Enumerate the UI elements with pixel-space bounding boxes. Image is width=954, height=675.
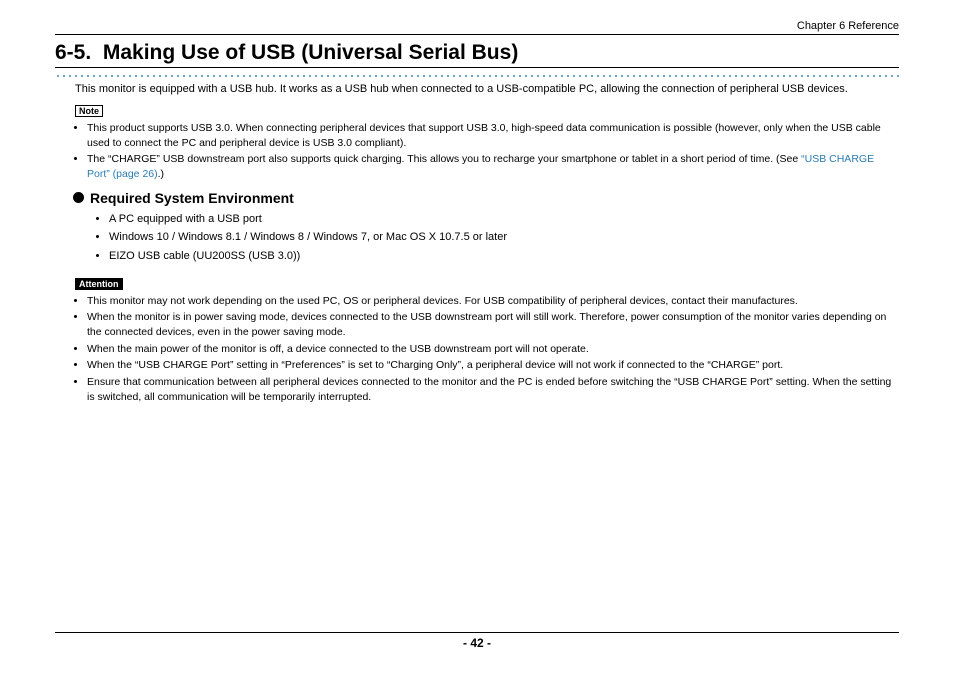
note-item: This product supports USB 3.0. When conn… — [87, 121, 899, 150]
note-item-suffix: .) — [158, 168, 164, 180]
note-item: The “CHARGE” USB downstream port also su… — [87, 152, 899, 181]
dotted-rule — [55, 72, 899, 77]
note-item-text: The “CHARGE” USB downstream port also su… — [87, 153, 801, 165]
bullet-icon — [73, 192, 84, 203]
page: Chapter 6 Reference 6-5. Making Use of U… — [0, 0, 954, 404]
header-rule — [55, 34, 899, 35]
list-item: When the “USB CHARGE Port” setting in “P… — [87, 358, 899, 373]
note-label: Note — [75, 105, 103, 117]
chapter-header: Chapter 6 Reference — [55, 20, 899, 32]
attention-list: This monitor may not work depending on t… — [75, 294, 899, 405]
list-item: EIZO USB cable (UU200SS (USB 3.0)) — [109, 247, 899, 266]
list-item: When the main power of the monitor is of… — [87, 342, 899, 357]
list-item: When the monitor is in power saving mode… — [87, 310, 899, 339]
list-item: This monitor may not work depending on t… — [87, 294, 899, 309]
section-title-text: Making Use of USB (Universal Serial Bus) — [103, 41, 518, 64]
section-number: 6-5. — [55, 41, 91, 64]
list-item: Ensure that communication between all pe… — [87, 375, 899, 404]
intro-text: This monitor is equipped with a USB hub.… — [75, 82, 899, 97]
note-list: This product supports USB 3.0. When conn… — [75, 121, 899, 182]
attention-label: Attention — [75, 278, 123, 290]
subheading: Required System Environment — [90, 190, 294, 206]
page-footer: - 42 - — [55, 632, 899, 650]
page-number: - 42 - — [463, 636, 491, 650]
list-item: A PC equipped with a USB port — [109, 210, 899, 229]
list-item: Windows 10 / Windows 8.1 / Windows 8 / W… — [109, 228, 899, 247]
subheading-row: Required System Environment — [73, 190, 899, 206]
section-title: 6-5. Making Use of USB (Universal Serial… — [55, 41, 899, 68]
requirements-list: A PC equipped with a USB port Windows 10… — [97, 210, 899, 266]
